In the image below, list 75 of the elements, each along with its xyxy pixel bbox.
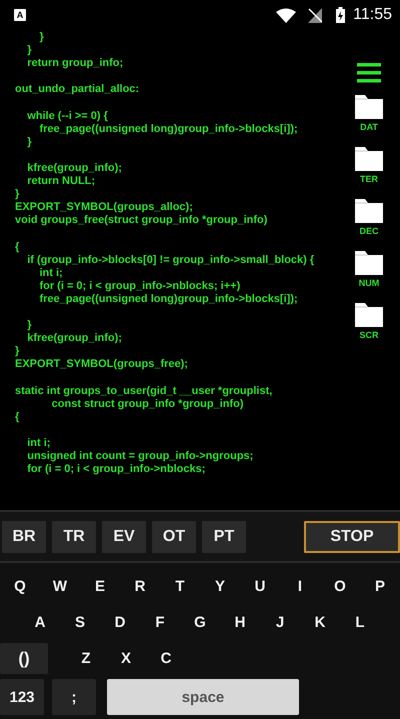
code-line: kfree(group_info); — [26, 162, 122, 176]
code-line: } — [15, 345, 20, 358]
folder-label: DEC — [359, 226, 378, 236]
folder-label: TER — [360, 174, 378, 184]
code-line: } — [26, 136, 32, 149]
battery-charging-icon — [336, 7, 346, 23]
code-line: int i; — [26, 436, 50, 450]
code-line: static int groups_to_user(gid_t __user *grouplist, — [15, 384, 272, 398]
letter-key[interactable]: D — [101, 607, 139, 638]
letter-key[interactable]: H — [221, 607, 259, 638]
folder-icon[interactable] — [355, 199, 383, 223]
letter-key[interactable]: Y — [201, 571, 239, 602]
function-key[interactable]: ; — [52, 679, 96, 715]
code-line: for (i = 0; i < group_info->nblocks; — [26, 463, 206, 476]
clock-time: 11:55 — [353, 6, 392, 24]
letter-key[interactable]: R — [121, 571, 159, 602]
command-button[interactable]: TR — [52, 520, 96, 552]
code-line: for (i = 0; i < group_info->nblocks; i++) — [38, 280, 240, 293]
code-line: int i; — [38, 266, 63, 280]
function-key[interactable]: 123 — [0, 679, 44, 715]
code-line: while (--i >= 0) { — [26, 110, 108, 123]
letter-key[interactable]: F — [141, 607, 179, 638]
letter-key[interactable]: Q — [1, 571, 39, 602]
code-line: } — [26, 319, 32, 332]
letter-key[interactable]: W — [41, 571, 79, 602]
folder-label: DAT — [360, 122, 378, 132]
letter-key[interactable]: Z — [67, 643, 105, 674]
code-line: { — [15, 410, 20, 424]
letter-key[interactable]: K — [301, 607, 339, 638]
code-line: } — [15, 188, 20, 202]
code-line: out_undo_partial_alloc: — [15, 83, 140, 96]
code-line: return NULL; — [26, 175, 96, 188]
letter-key[interactable]: U — [241, 571, 279, 602]
space-key[interactable]: space — [107, 679, 299, 715]
folder-icon[interactable] — [355, 147, 383, 171]
letter-key[interactable]: A — [21, 607, 59, 638]
code-line: unsigned int count = group_info->ngroups; — [26, 450, 254, 464]
letter-key[interactable]: I — [281, 571, 319, 602]
letter-key[interactable]: S — [61, 607, 99, 638]
code-line: free_page((unsigned long)group_info->blocks[i]); — [38, 122, 298, 136]
menu-icon[interactable] — [357, 63, 381, 83]
folder-label: NUM — [358, 278, 380, 288]
code-line: { — [15, 240, 20, 254]
code-line: const struct group_info *group_info) — [50, 398, 244, 411]
code-line: return group_info; — [26, 57, 124, 70]
command-button[interactable]: OT — [152, 520, 196, 552]
letter-key[interactable]: C — [147, 643, 185, 674]
folder-icon[interactable] — [355, 303, 383, 327]
command-button[interactable]: PT — [202, 520, 246, 552]
letter-key[interactable]: T — [161, 571, 199, 602]
command-button[interactable]: EV — [102, 520, 146, 552]
code-line: EXPORT_SYMBOL(groups_free); — [15, 358, 188, 372]
code-line: } — [38, 31, 44, 44]
letter-key[interactable]: G — [181, 607, 219, 638]
function-key[interactable]: () — [0, 643, 48, 674]
folder-label: SCR — [359, 330, 378, 340]
code-line: free_page((unsigned long)group_info->blocks[i]); — [38, 292, 298, 306]
wifi-icon — [276, 8, 296, 22]
letter-key[interactable]: J — [261, 607, 299, 638]
letter-key[interactable]: O — [321, 571, 359, 602]
letter-key[interactable]: P — [361, 571, 399, 602]
folder-icon[interactable] — [355, 251, 383, 275]
code-line: EXPORT_SYMBOL(groups_alloc); — [15, 201, 193, 214]
letter-key[interactable]: L — [341, 607, 379, 638]
code-line: if (group_info->blocks[0] != group_info->small_block) { — [26, 254, 314, 267]
folder-icon[interactable] — [355, 95, 383, 119]
command-button[interactable]: BR — [2, 520, 46, 552]
code-line: } — [26, 44, 32, 58]
notification-icon: A — [14, 9, 26, 21]
letter-key[interactable]: X — [107, 643, 145, 674]
no-signal-icon — [308, 8, 322, 22]
code-line: void groups_free(struct group_info *group_info) — [15, 214, 268, 228]
command-button[interactable]: STOP — [304, 520, 400, 552]
code-line: kfree(group_info); — [26, 332, 122, 346]
letter-key[interactable]: E — [81, 571, 119, 602]
